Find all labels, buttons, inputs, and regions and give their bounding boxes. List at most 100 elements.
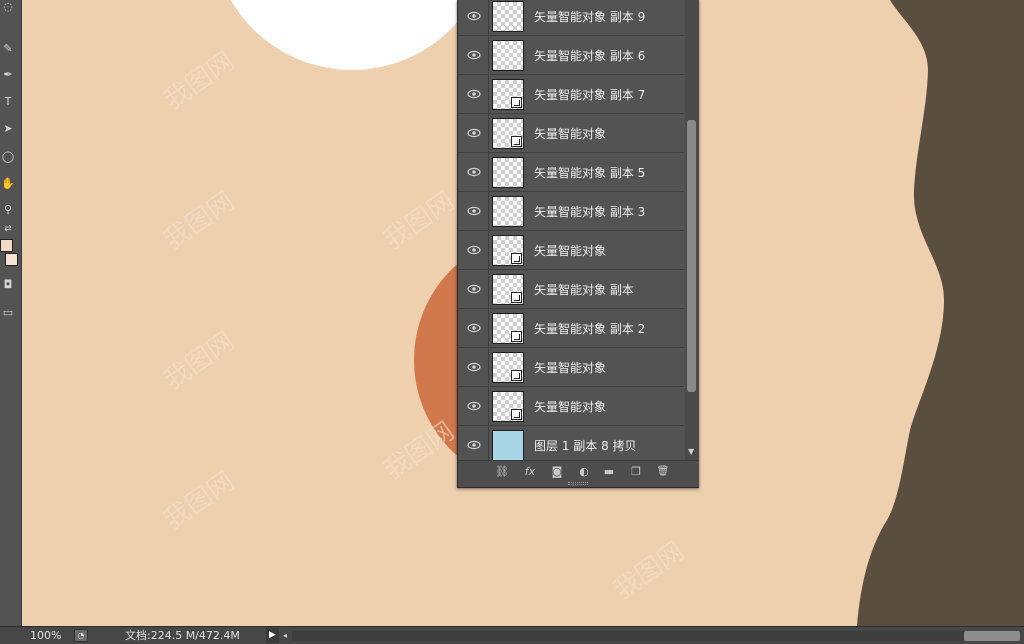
layer-thumbnail[interactable]: [492, 430, 524, 461]
horizontal-scrollbar[interactable]: [292, 631, 1020, 641]
document-size-info: 文档:224.5 M/472.4M: [125, 629, 240, 642]
layer-visibility-cell[interactable]: [458, 426, 489, 464]
delete-layer-icon[interactable]: 🗑: [655, 465, 671, 479]
layer-row[interactable]: 矢量智能对象 副本 7: [458, 75, 684, 114]
layer-thumbnail[interactable]: [492, 391, 524, 422]
fx-icon[interactable]: fx: [522, 465, 538, 479]
eye-icon[interactable]: [466, 360, 482, 374]
layer-name[interactable]: 图层 1 副本 8 拷贝: [534, 437, 637, 454]
screen-mode-icon[interactable]: ▭: [0, 304, 16, 320]
layer-name[interactable]: 矢量智能对象 副本: [534, 281, 634, 298]
layer-name[interactable]: 矢量智能对象: [534, 125, 606, 142]
eye-icon[interactable]: [466, 282, 482, 296]
new-layer-icon[interactable]: ❐: [628, 465, 644, 479]
scroll-down-arrow-icon[interactable]: ▼: [688, 447, 694, 456]
layer-row[interactable]: 矢量智能对象: [458, 387, 684, 426]
swap-colors-icon[interactable]: ⇄: [0, 221, 16, 237]
layer-row[interactable]: 矢量智能对象: [458, 231, 684, 270]
smart-object-icon: [511, 253, 522, 264]
smart-object-icon: [511, 97, 522, 108]
layer-visibility-cell[interactable]: [458, 192, 489, 230]
smart-object-icon: [511, 292, 522, 303]
layer-visibility-cell[interactable]: [458, 114, 489, 152]
eye-icon[interactable]: [466, 321, 482, 335]
layer-thumbnail[interactable]: [492, 235, 524, 266]
smart-object-icon: [511, 136, 522, 147]
layer-thumbnail[interactable]: [492, 40, 524, 71]
status-info-icon[interactable]: ◔: [74, 629, 88, 642]
layer-name[interactable]: 矢量智能对象 副本 2: [534, 320, 645, 337]
foreground-color-swatch[interactable]: [0, 239, 13, 252]
new-group-icon[interactable]: ▬: [601, 465, 617, 479]
layer-name[interactable]: 矢量智能对象: [534, 398, 606, 415]
layer-row[interactable]: 矢量智能对象 副本 6: [458, 36, 684, 75]
layers-scroll-thumb[interactable]: [687, 120, 696, 392]
path-select-icon[interactable]: ➤: [0, 120, 16, 136]
link-layers-icon[interactable]: ⛓: [494, 465, 510, 479]
panel-resize-grip[interactable]: [568, 482, 588, 485]
layer-name[interactable]: 矢量智能对象 副本 6: [534, 47, 645, 64]
eye-icon[interactable]: [466, 48, 482, 62]
layer-visibility-cell[interactable]: [458, 36, 489, 74]
layer-visibility-cell[interactable]: [458, 387, 489, 425]
eye-icon[interactable]: [466, 9, 482, 23]
layer-visibility-cell[interactable]: [458, 75, 489, 113]
layer-visibility-cell[interactable]: [458, 231, 489, 269]
layer-thumbnail[interactable]: [492, 352, 524, 383]
add-mask-icon[interactable]: ◙: [549, 465, 565, 479]
status-menu-arrow-icon[interactable]: ▶: [266, 628, 279, 643]
quick-select-icon[interactable]: ✎: [0, 40, 16, 56]
layer-name[interactable]: 矢量智能对象: [534, 242, 606, 259]
layer-thumbnail[interactable]: [492, 274, 524, 305]
layer-thumbnail[interactable]: [492, 118, 524, 149]
eye-icon[interactable]: [466, 87, 482, 101]
lasso-tool-icon[interactable]: ◌: [0, 0, 16, 14]
zoom-tool-icon[interactable]: ⚲: [0, 201, 16, 217]
layer-thumbnail[interactable]: [492, 196, 524, 227]
layer-row[interactable]: 矢量智能对象 副本: [458, 270, 684, 309]
layer-thumbnail[interactable]: [492, 157, 524, 188]
layer-visibility-cell[interactable]: [458, 153, 489, 191]
layer-row[interactable]: 矢量智能对象 副本 9: [458, 0, 684, 36]
scroll-left-arrow-icon[interactable]: ◂: [283, 628, 287, 643]
layer-name[interactable]: 矢量智能对象 副本 3: [534, 203, 645, 220]
layer-name[interactable]: 矢量智能对象: [534, 359, 606, 376]
layer-thumbnail[interactable]: [492, 1, 524, 32]
layer-visibility-cell[interactable]: [458, 348, 489, 386]
layer-name[interactable]: 矢量智能对象 副本 5: [534, 164, 645, 181]
smart-object-icon: [511, 409, 522, 420]
eye-icon[interactable]: [466, 165, 482, 179]
eye-icon[interactable]: [466, 243, 482, 257]
smart-object-icon: [511, 331, 522, 342]
layer-visibility-cell[interactable]: [458, 270, 489, 308]
hand-tool-icon[interactable]: ✋: [0, 175, 16, 191]
layer-visibility-cell[interactable]: [458, 309, 489, 347]
eye-icon[interactable]: [466, 126, 482, 140]
eye-icon[interactable]: [466, 438, 482, 452]
eye-icon[interactable]: [466, 204, 482, 218]
layer-row[interactable]: 矢量智能对象: [458, 348, 684, 387]
horizontal-scroll-thumb[interactable]: [964, 631, 1020, 641]
ellipse-tool-icon[interactable]: ◯: [0, 148, 16, 164]
smart-object-icon: [511, 370, 522, 381]
layer-name[interactable]: 矢量智能对象 副本 9: [534, 8, 645, 25]
tools-panel: ◌ ✎ ✒ T ➤ ◯ ✋ ⚲ ⇄ ◘ ▭: [0, 0, 22, 626]
layer-name[interactable]: 矢量智能对象 副本 7: [534, 86, 645, 103]
layer-row[interactable]: 矢量智能对象 副本 5: [458, 153, 684, 192]
photoshop-window: 我图网 我图网 我图网 我图网 我图网 我图网 我图网 ◌ ✎ ✒ T ➤ ◯ …: [0, 0, 1024, 644]
layers-panel-footer: ⛓ fx ◙ ◐ ▬ ❐ 🗑: [458, 460, 699, 487]
adjustment-layer-icon[interactable]: ◐: [576, 465, 592, 479]
pen-tool-icon[interactable]: ✒: [0, 66, 16, 82]
layer-visibility-cell[interactable]: [458, 0, 489, 35]
type-tool-icon[interactable]: T: [0, 93, 16, 109]
background-color-swatch[interactable]: [5, 253, 18, 266]
layer-thumbnail[interactable]: [492, 313, 524, 344]
layer-row[interactable]: 矢量智能对象 副本 3: [458, 192, 684, 231]
quick-mask-icon[interactable]: ◘: [0, 276, 16, 292]
zoom-level-field[interactable]: 100%: [24, 628, 70, 643]
layers-scrollbar[interactable]: ▼: [685, 0, 699, 460]
eye-icon[interactable]: [466, 399, 482, 413]
layer-row[interactable]: 矢量智能对象: [458, 114, 684, 153]
layer-thumbnail[interactable]: [492, 79, 524, 110]
layer-row[interactable]: 矢量智能对象 副本 2: [458, 309, 684, 348]
